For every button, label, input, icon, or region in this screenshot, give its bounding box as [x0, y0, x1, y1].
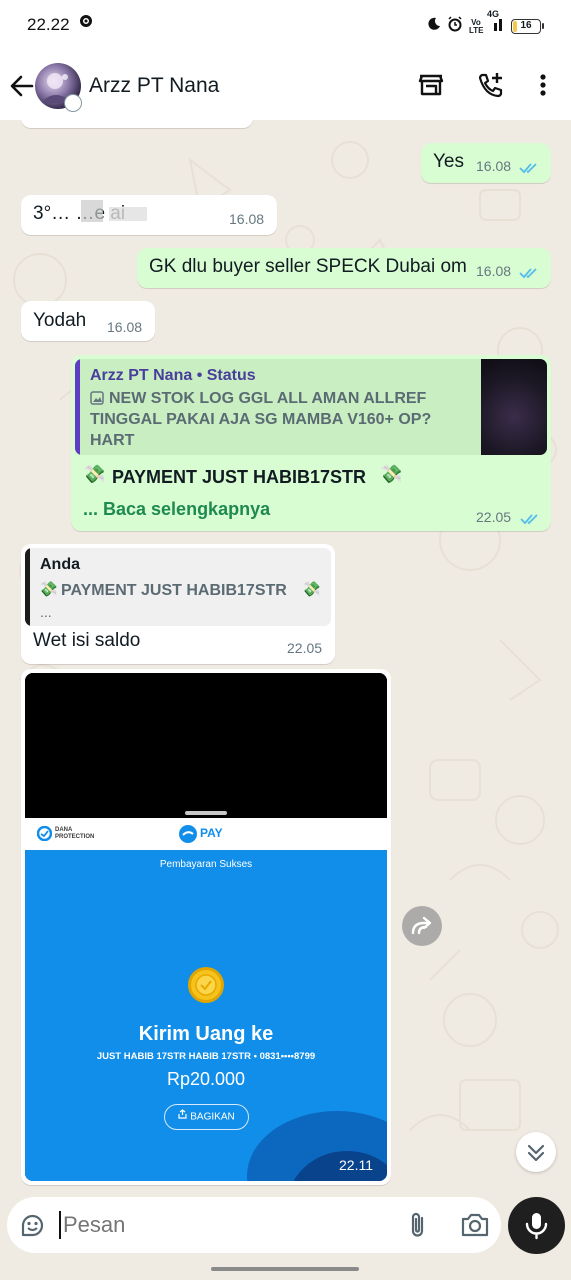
- money-wings-emoji-icon: 💸: [380, 464, 403, 484]
- network-type-label: 4G: [487, 9, 500, 19]
- message-composer[interactable]: [7, 1197, 501, 1253]
- chat-header: Arzz PT Nana: [0, 52, 571, 120]
- status-ring-icon: [64, 94, 82, 112]
- redaction-block: [81, 200, 103, 222]
- camera-icon[interactable]: [460, 1211, 490, 1244]
- contact-name[interactable]: Arzz PT Nana: [89, 74, 219, 98]
- message-bubble-outgoing-reply[interactable]: Arzz PT Nana • Status NEW STOK LOG GGL A…: [71, 355, 551, 531]
- quote-more: ...: [40, 604, 52, 620]
- read-ticks-icon: [519, 158, 539, 180]
- more-vert-icon[interactable]: [528, 70, 558, 100]
- payment-status: Pembayaran Sukses: [159, 859, 253, 870]
- status-thumbnail: [481, 359, 547, 455]
- message-text: GK dlu buyer seller SPECK Dubai om: [149, 256, 467, 277]
- message-time: 16.08: [107, 319, 143, 335]
- text-cursor: [59, 1211, 61, 1239]
- redaction-block: [109, 207, 147, 221]
- forward-button[interactable]: [402, 906, 442, 946]
- pay-label: PAY: [200, 826, 223, 840]
- status-time: 22.22: [27, 15, 70, 34]
- quoted-status[interactable]: Arzz PT Nana • Status NEW STOK LOG GGL A…: [75, 359, 547, 455]
- message-bubble-incoming-reply[interactable]: Anda 💸 PAYMENT JUST HABIB17STR 💸 ... Wet…: [21, 544, 335, 664]
- message-bubble-outgoing[interactable]: Yes 16.08: [421, 143, 551, 183]
- share-icon: [178, 1105, 187, 1129]
- quote-author: Arzz PT Nana • Status: [90, 367, 256, 384]
- home-gesture-pill[interactable]: [211, 1267, 359, 1271]
- payment-amount: Rp20.000: [166, 1069, 246, 1089]
- alarm-icon: [447, 16, 463, 37]
- do-not-disturb-moon-icon: [427, 17, 441, 36]
- message-bubble-outgoing[interactable]: GK dlu buyer seller SPECK Dubai om 16.08: [137, 248, 551, 288]
- share-button: BAGIKAN: [164, 1104, 249, 1130]
- message-time: 22.11: [339, 1157, 373, 1173]
- dana-header-bar: DANA PROTECTION PAY: [25, 818, 387, 850]
- sheet-handle: [185, 811, 227, 815]
- money-wings-emoji-icon: 💸: [83, 464, 106, 484]
- quote-bar: [75, 359, 80, 455]
- quote-text: NEW STOK LOG GGL ALL AMAN ALLREF TINGGAL…: [90, 390, 432, 449]
- message-text: Wet isi saldo: [33, 630, 141, 651]
- battery-icon: 16: [511, 19, 544, 34]
- quote-text: PAYMENT JUST HABIB17STR: [61, 582, 287, 599]
- volte-icon: Vo LTE: [469, 17, 484, 35]
- message-time: 16.08: [229, 211, 265, 227]
- mic-icon: [525, 1213, 548, 1240]
- quote-author: Anda: [40, 556, 80, 573]
- message-bubble-incoming[interactable]: 3°… …e ai 16.08: [21, 195, 277, 235]
- double-chevron-down-icon: [527, 1144, 545, 1162]
- forward-icon: [411, 916, 432, 935]
- voice-record-button[interactable]: [508, 1197, 565, 1254]
- message-time: 16.08: [476, 263, 512, 279]
- dana-pay-logo-icon: [179, 825, 197, 843]
- message-text: Yodah: [33, 310, 87, 331]
- dana-shield-icon: [36, 825, 53, 842]
- attach-icon[interactable]: [405, 1210, 431, 1245]
- add-call-icon[interactable]: [476, 70, 506, 100]
- read-ticks-icon: [520, 509, 540, 531]
- payment-success-panel: [25, 850, 387, 1181]
- read-more-link[interactable]: ... Baca selengkapnya: [83, 499, 270, 520]
- quoted-message[interactable]: Anda 💸 PAYMENT JUST HABIB17STR 💸 ...: [25, 548, 331, 626]
- payment-title: Kirim Uang ke: [138, 1023, 274, 1045]
- success-coin-icon: [188, 967, 224, 1003]
- status-bar: 22.22 Vo LTE 4G 16: [0, 0, 571, 52]
- money-wings-emoji-icon: 💸: [39, 581, 58, 598]
- battery-level: 16: [520, 20, 532, 31]
- message-text: Yes: [433, 151, 464, 172]
- message-time: 16.08: [476, 158, 512, 174]
- payment-recipient: JUST HABIB 17STR HABIB 17STR • 0831••••8…: [96, 1051, 316, 1062]
- dana-protection-label: DANA PROTECTION: [55, 827, 95, 840]
- message-time: 22.05: [287, 640, 323, 656]
- money-wings-emoji-icon: 💸: [302, 581, 321, 598]
- message-time: 22.05: [476, 509, 512, 525]
- message-input[interactable]: [63, 1207, 383, 1243]
- sticker-icon[interactable]: [19, 1212, 46, 1244]
- store-icon[interactable]: [416, 70, 446, 100]
- settings-gear-icon: [79, 14, 93, 33]
- image-black-region: [25, 673, 387, 818]
- message-text: PAYMENT JUST HABIB17STR: [112, 467, 367, 487]
- message-bubble-incoming[interactable]: Yodah 16.08: [21, 301, 155, 341]
- scroll-to-bottom-button[interactable]: [516, 1132, 556, 1172]
- message-bubble-partial[interactable]: [21, 120, 253, 128]
- payment-screenshot-image[interactable]: DANA PROTECTION PAY Pembayaran Sukses Ki…: [25, 673, 387, 1181]
- signal-icon: 4G: [487, 9, 505, 36]
- back-arrow-icon[interactable]: [8, 72, 36, 100]
- share-label: BAGIKAN: [190, 1111, 235, 1123]
- quote-bar: [25, 548, 30, 626]
- read-ticks-icon: [519, 263, 539, 285]
